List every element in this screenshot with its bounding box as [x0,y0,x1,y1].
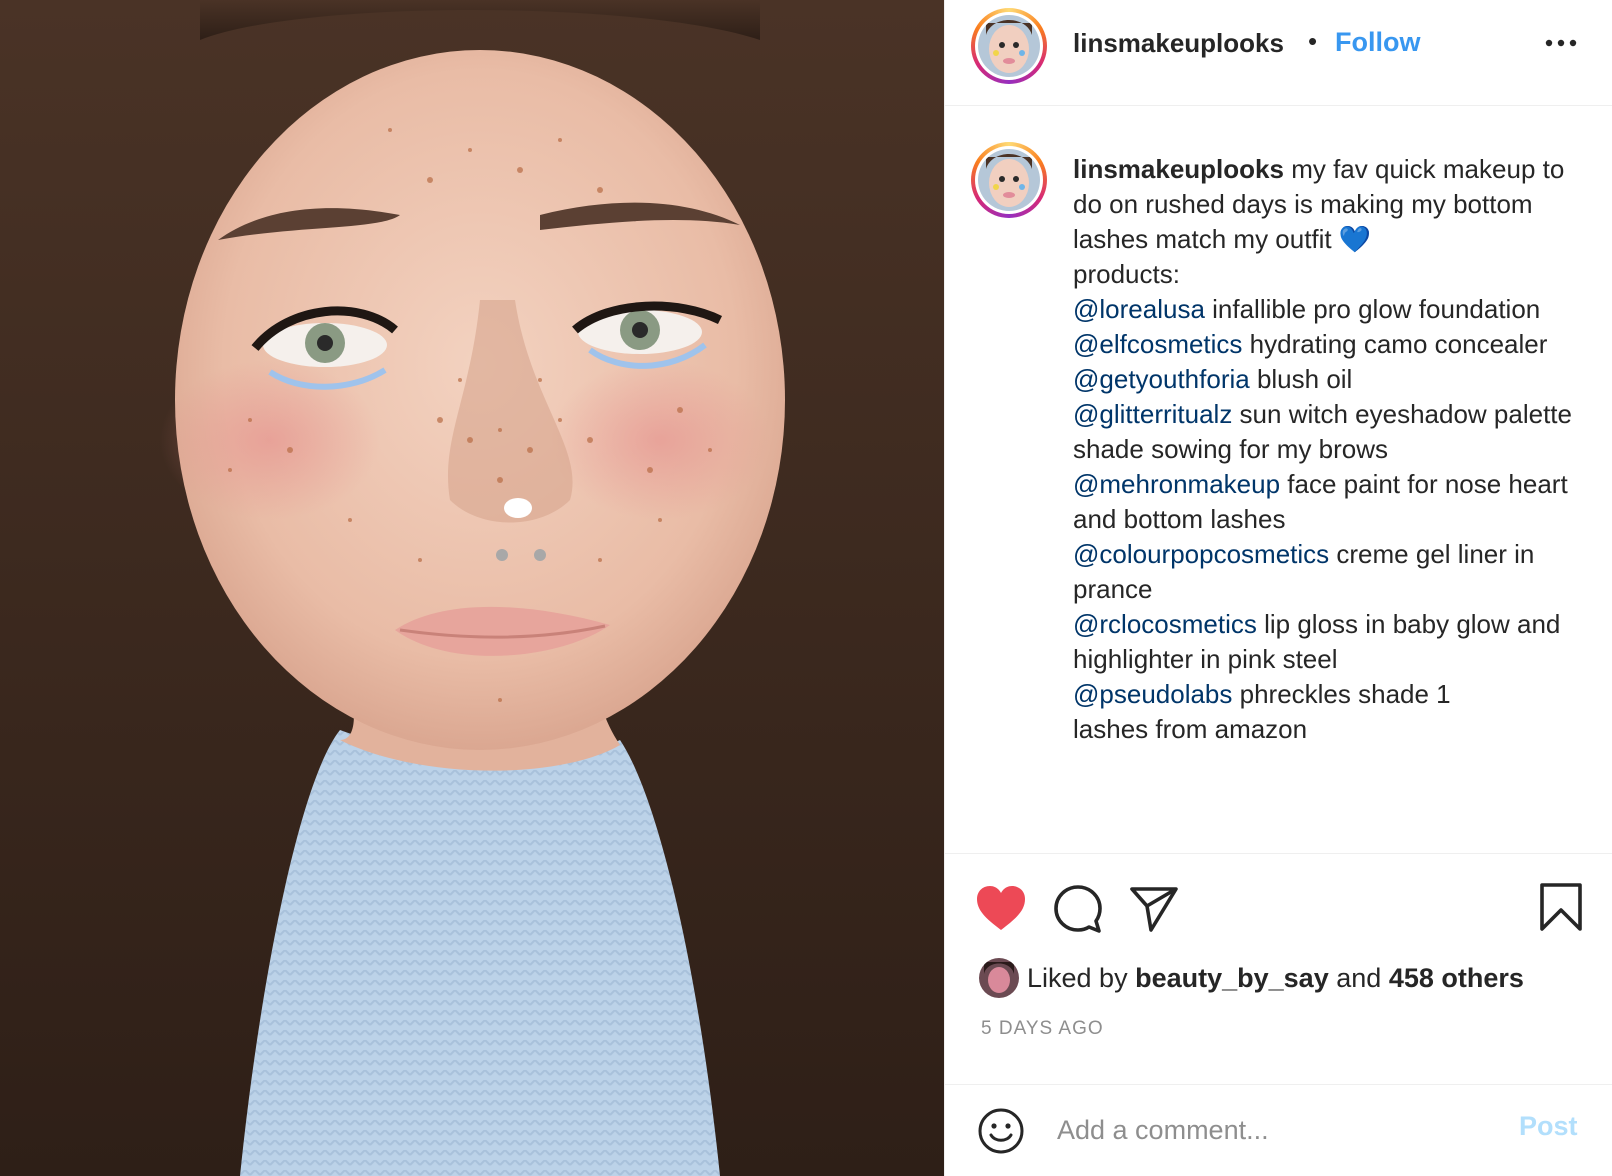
emoji-button[interactable] [977,1107,1025,1160]
post-photo[interactable] [0,0,944,1176]
caption-line: blush oil [1249,364,1353,394]
paper-plane-icon [1130,887,1178,932]
avatar-image [978,149,1040,211]
mention-link[interactable]: @lorealusa [1073,294,1205,324]
caption-line: infallible pro glow foundation [1204,294,1541,324]
like-button[interactable] [975,884,1027,937]
post-header: linsmakeuplooks • Follow [945,0,1612,106]
caption-line: products: [1073,259,1180,289]
heart-filled-icon [977,886,1025,930]
smiley-icon [978,1108,1024,1154]
post-sidebar: linsmakeuplooks • Follow linsmakeuplooks… [944,0,1612,1176]
post-timestamp[interactable]: 5 DAYS AGO [981,1018,1104,1040]
liker-avatar[interactable] [979,958,1019,998]
likes-and: and [1336,962,1382,993]
follow-button[interactable]: Follow [1335,25,1420,59]
comment-input[interactable] [1055,1107,1489,1153]
author-avatar[interactable] [971,8,1047,84]
header-separator: • [1308,26,1318,56]
likes-prefix: Liked by [1027,962,1128,993]
caption-line: hydrating camo concealer [1242,329,1548,359]
more-icon [1545,39,1577,47]
avatar-image [979,958,1019,998]
caption-area: linsmakeuplooks my fav quick makeup to d… [945,106,1612,854]
save-button[interactable] [1539,882,1583,937]
caption-username[interactable]: linsmakeuplooks [1073,154,1284,184]
caption-text: linsmakeuplooks my fav quick makeup to d… [1073,152,1583,747]
post-actions: Liked by beauty_by_say and 458 others 5 … [945,854,1612,1084]
mention-link[interactable]: @elfcosmetics [1073,329,1242,359]
avatar-image [978,15,1040,77]
bookmark-icon [1540,883,1582,931]
comment-button[interactable] [1053,884,1103,939]
mention-link[interactable]: @pseudolabs [1073,679,1232,709]
caption-avatar[interactable] [971,142,1047,218]
mention-link[interactable]: @getyouthforia [1073,364,1250,394]
mention-link[interactable]: @mehronmakeup [1073,469,1280,499]
mention-link[interactable]: @colourpopcosmetics [1073,539,1329,569]
header-username[interactable]: linsmakeuplooks [1073,26,1284,60]
caption-line: phreckles shade 1 [1232,679,1451,709]
likes-summary: Liked by beauty_by_say and 458 others [979,956,1524,1000]
comment-bar: Post [945,1084,1612,1176]
mention-link[interactable]: @glitterritualz [1073,399,1232,429]
caption-line: lashes from amazon [1073,714,1308,744]
likes-others-link[interactable]: 458 others [1389,963,1524,994]
liker-username[interactable]: beauty_by_say [1135,963,1329,994]
selfie-image [0,0,944,1176]
post-comment-button[interactable]: Post [1519,1111,1578,1142]
comment-icon [1054,885,1102,933]
more-options-button[interactable] [1543,30,1579,56]
mention-link[interactable]: @rclocosmetics [1073,609,1257,639]
share-button[interactable] [1129,884,1179,939]
